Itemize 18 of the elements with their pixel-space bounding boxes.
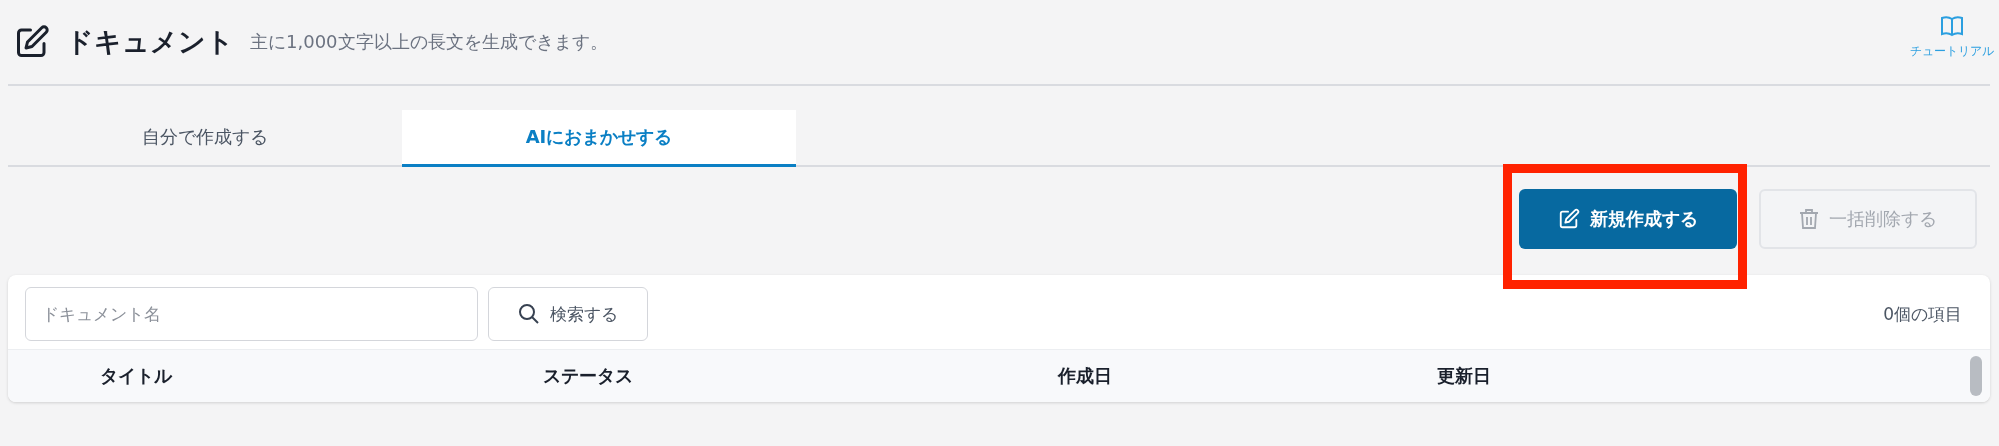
page-title: ドキュメント [66, 25, 234, 59]
column-header: 作成日 [1058, 364, 1113, 388]
page-subtitle: 主に1,000文字以上の長文を生成できます。 [250, 30, 608, 54]
item-count: 0個の項目 [1883, 302, 1962, 326]
edit-icon [14, 24, 50, 60]
trash-icon [1799, 208, 1819, 230]
tab[interactable]: 自分で作成する [8, 110, 402, 167]
edit-icon [1558, 208, 1580, 230]
search-field[interactable]: ドキュメント名 [25, 287, 478, 341]
book-icon [1940, 14, 1964, 37]
column-header: ステータス [543, 364, 634, 388]
create-button[interactable]: 新規作成する [1519, 189, 1737, 249]
column-header: タイトル [99, 364, 174, 388]
tab[interactable]: AIにおまかせする [402, 110, 796, 167]
scrollbar-thumb[interactable] [1970, 356, 1982, 396]
search-icon [518, 303, 540, 325]
search-button[interactable]: 検索する [488, 287, 648, 341]
column-header: 更新日 [1437, 364, 1492, 388]
